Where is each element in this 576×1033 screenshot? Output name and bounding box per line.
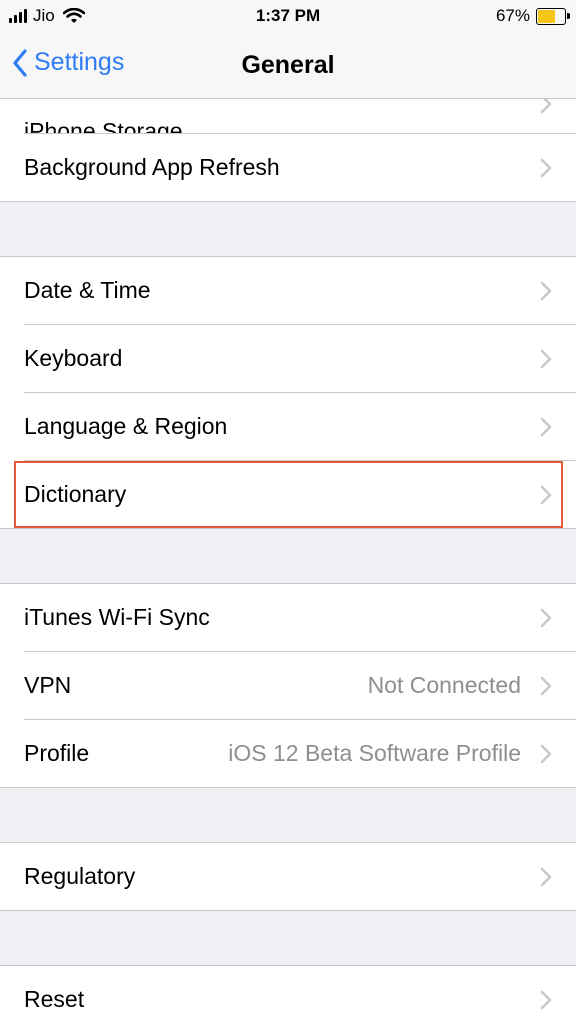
group-storage: iPhone Storage Background App Refresh (0, 99, 576, 202)
battery-tip (567, 12, 570, 19)
chevron-right-icon (540, 744, 552, 763)
chevron-right-icon (540, 867, 552, 886)
status-right: 67% (495, 6, 570, 26)
row-label: Background App Refresh (24, 154, 280, 180)
row-reset[interactable]: Reset (0, 966, 576, 1033)
row-date-time[interactable]: Date & Time (0, 257, 576, 324)
row-background-app-refresh[interactable]: Background App Refresh (0, 134, 576, 201)
chevron-right-icon (540, 485, 552, 504)
group-locale: Date & Time Keyboard Language & Region D… (0, 256, 576, 529)
page-title: General (241, 51, 335, 79)
row-vpn[interactable]: VPN Not Connected (0, 652, 576, 719)
chevron-right-icon (540, 990, 552, 1009)
chevron-right-icon (540, 281, 552, 300)
row-label: Date & Time (24, 277, 151, 303)
row-regulatory[interactable]: Regulatory (0, 843, 576, 910)
status-bar: Jio 1:37 PM 67% (0, 0, 576, 32)
chevron-right-icon (540, 608, 552, 627)
row-label: Dictionary (24, 481, 127, 507)
chevron-right-icon (540, 417, 552, 436)
row-label: Regulatory (24, 863, 136, 889)
chevron-right-icon (540, 158, 552, 177)
row-label: Keyboard (24, 345, 123, 371)
chevron-right-icon (540, 676, 552, 695)
battery-icon (536, 7, 570, 25)
vpn-status: Not Connected (367, 672, 521, 698)
group-connectivity: iTunes Wi-Fi Sync VPN Not Connected Prof… (0, 583, 576, 788)
clock: 1:37 PM (255, 6, 321, 25)
row-label: iPhone Storage (24, 118, 183, 133)
chevron-right-icon (540, 99, 552, 114)
navigation-bar: Settings General (0, 32, 576, 99)
settings-list: iPhone Storage Background App Refresh Da… (0, 99, 576, 1033)
profile-value: iOS 12 Beta Software Profile (228, 740, 521, 766)
row-keyboard[interactable]: Keyboard (0, 325, 576, 392)
battery-percent: 67% (495, 6, 530, 25)
battery-fill (538, 9, 556, 23)
row-dictionary[interactable]: Dictionary (0, 461, 576, 528)
row-language-region[interactable]: Language & Region (0, 393, 576, 460)
row-iphone-storage[interactable]: iPhone Storage (0, 99, 576, 133)
row-label: Language & Region (24, 413, 228, 439)
chevron-right-icon (540, 349, 552, 368)
row-profile[interactable]: Profile iOS 12 Beta Software Profile (0, 720, 576, 787)
row-itunes-wifi-sync[interactable]: iTunes Wi-Fi Sync (0, 584, 576, 651)
row-label: Reset (24, 986, 85, 1012)
row-label: iTunes Wi-Fi Sync (24, 604, 210, 630)
row-label: VPN (24, 672, 72, 698)
group-reset: Reset (0, 965, 576, 1033)
group-regulatory: Regulatory (0, 842, 576, 911)
row-label: Profile (24, 740, 90, 766)
